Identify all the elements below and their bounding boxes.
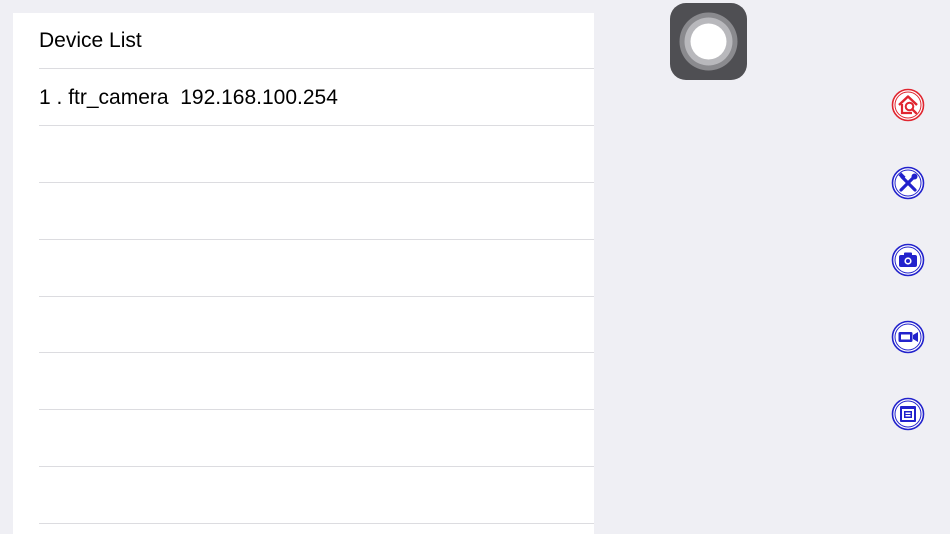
empty-row[interactable] <box>39 127 594 183</box>
device-list-header: Device List <box>39 13 594 69</box>
device-ip: 192.168.100.254 <box>180 86 338 109</box>
device-row[interactable]: 1 . ftr_camera 192.168.100.254 <box>39 70 594 126</box>
empty-row[interactable] <box>39 241 594 297</box>
device-index: 1 . <box>39 86 63 109</box>
empty-row[interactable] <box>39 354 594 410</box>
empty-row[interactable] <box>39 297 594 353</box>
home-search-icon[interactable] <box>891 88 925 122</box>
empty-row[interactable] <box>39 184 594 240</box>
tools-icon[interactable] <box>891 166 925 200</box>
album-icon[interactable] <box>891 397 925 431</box>
empty-row[interactable] <box>39 411 594 467</box>
device-list-title: Device List <box>39 29 142 52</box>
assistive-touch-icon <box>679 12 738 71</box>
video-camera-icon[interactable] <box>891 320 925 354</box>
device-name: ftr_camera <box>68 86 169 109</box>
camera-icon[interactable] <box>891 243 925 277</box>
empty-row[interactable] <box>39 468 594 524</box>
assistive-touch-button[interactable] <box>670 3 747 80</box>
device-list-panel: Device List 1 . ftr_camera 192.168.100.2… <box>13 13 594 534</box>
